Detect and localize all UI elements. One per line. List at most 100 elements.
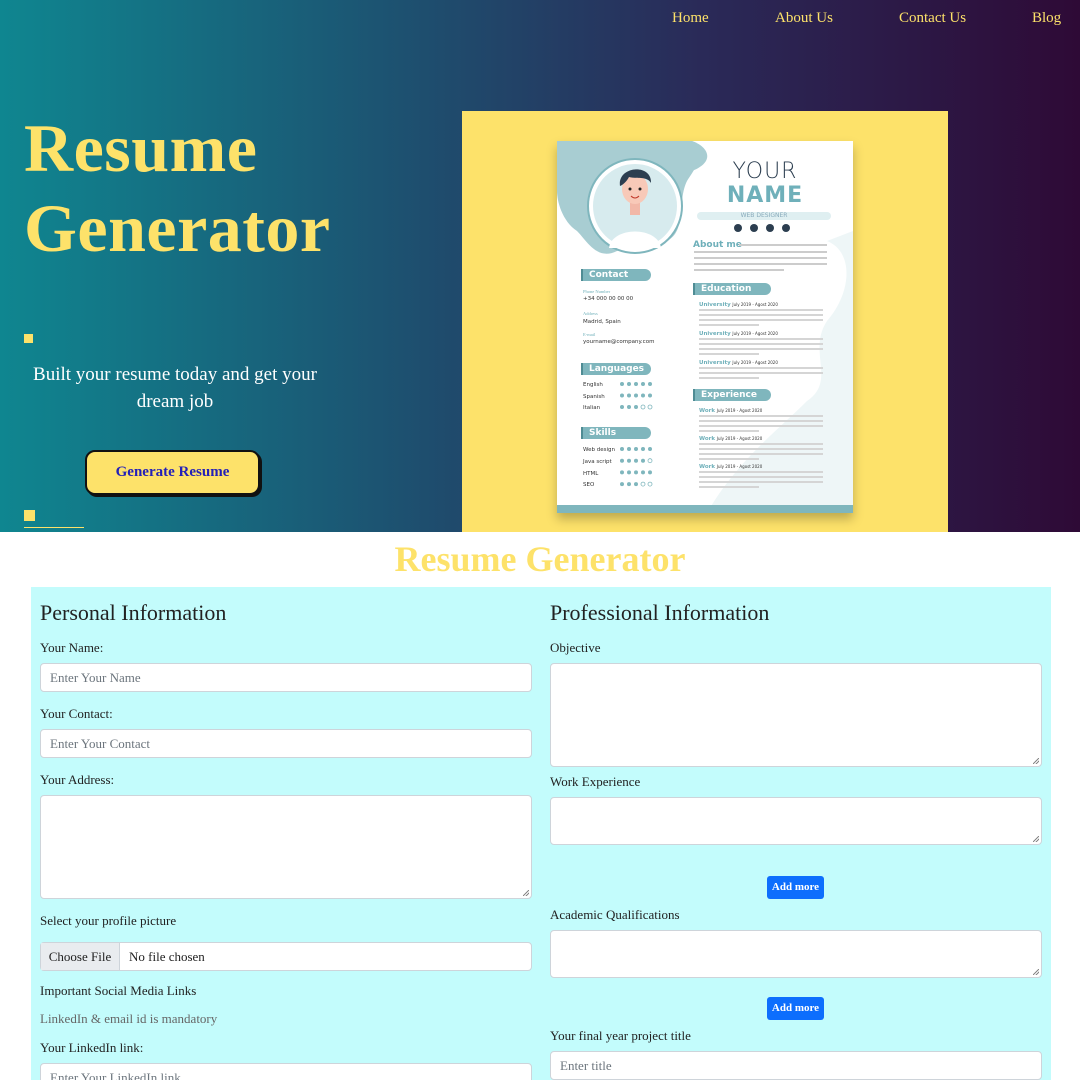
resume-skill-0: Web design [583,447,615,453]
linkedin-label: Your LinkedIn link: [40,1040,144,1055]
name-label: Your Name: [40,640,104,655]
file-status: No file chosen [129,949,205,964]
level-dot [634,382,638,386]
add-more-academic-button[interactable]: Add more [767,997,824,1020]
work-experience-label: Work Experience [550,774,641,789]
decor-line [24,527,84,528]
level-dot [641,382,645,386]
level-dot [620,470,624,475]
resume-skills-heading: Skills [581,427,651,439]
resume-bottom-bar [557,505,853,513]
resume-address-label: Address [583,311,598,316]
hero-title: Resume Generator [24,108,331,268]
level-dot [648,447,652,451]
level-dot [620,405,624,409]
top-nav: Home About Us Contact Us Blog [0,10,1080,30]
resume-education-heading: Education [693,283,771,295]
resume-language-2: Italian [583,405,601,411]
level-dot [647,404,653,410]
level-dot [634,447,638,451]
resume-education-0-title: University [699,302,731,308]
professional-info-heading: Professional Information [550,600,770,625]
linkedin-input[interactable]: Enter Your LinkedIn link [40,1063,532,1080]
profile-picture-file-input[interactable]: Choose File No file chosen [40,942,532,971]
level-dot [627,458,631,463]
work-experience-textarea[interactable] [550,797,1042,845]
resume-email-label: E-mail [583,332,596,337]
resume-name: NAME [726,183,804,208]
resume-about-text-lines [694,244,827,271]
resume-education-0: University July 2019 - Agost 2020 [699,302,778,308]
objective-label: Objective [550,640,601,655]
level-dot [620,458,624,463]
objective-textarea[interactable] [550,663,1042,767]
decor-square-bottom [24,510,35,521]
academic-label: Academic Qualifications [550,907,680,922]
level-dot [627,470,631,475]
resume-skill-3: SEO [583,482,595,488]
nav-about-us[interactable]: About Us [775,10,833,27]
level-dot [641,447,645,451]
level-dot [627,482,631,487]
generate-resume-button[interactable]: Generate Resume [85,450,260,495]
social-links-note: LinkedIn & email id is mandatory [40,1011,218,1026]
contact-input[interactable]: Enter Your Contact [40,729,532,758]
level-dot [634,405,638,409]
form-section-title: Resume Generator [394,539,686,579]
academic-textarea[interactable] [550,930,1042,978]
level-dot [647,458,653,464]
name-input[interactable]: Enter Your Name [40,663,532,692]
resume-contact-heading: Contact [581,269,651,281]
choose-file-button[interactable]: Choose File [41,943,120,970]
level-dot [627,382,631,386]
resume-email-value: yourname@company.com [583,339,655,345]
level-dot [627,447,631,451]
profile-picture-label: Select your profile picture [40,913,177,928]
level-dot [627,393,631,398]
hero-title-line2: Generator [24,190,331,266]
hero-title-line1: Resume [24,110,258,186]
level-dot [641,458,645,463]
level-dot [620,382,624,386]
resume-role: WEB DESIGNER [697,212,831,220]
resume-skill-2: HTML [583,471,599,477]
nav-contact-us[interactable]: Contact Us [899,10,966,27]
level-dot [627,405,631,409]
level-dot [620,447,624,451]
address-label: Your Address: [40,772,115,787]
resume-language-level-dots [620,382,653,410]
resume-social-icons [734,224,790,232]
hero-tagline: Built your resume today and get your dre… [33,364,317,412]
level-dot [648,382,652,386]
level-dot [634,458,638,463]
project-title-label: Your final year project title [550,1028,691,1043]
nav-home[interactable]: Home [672,10,709,27]
level-dot [634,393,638,398]
resume-entry-text-lines [699,309,823,488]
resume-phone-label: Phone Number [583,289,611,294]
level-dot [640,404,646,410]
resume-your: YOUR [732,159,798,184]
hero-banner: Home About Us Contact Us Blog Resume Gen… [0,0,1080,532]
social-links-label: Important Social Media Links [40,983,197,998]
level-dot [620,482,624,487]
resume-skill-1: Java script [583,459,612,465]
decor-square-top [24,334,33,343]
level-dot [634,482,638,487]
level-dot [641,470,645,475]
add-more-work-button[interactable]: Add more [767,876,824,899]
resume-language-1: Spanish [583,394,605,400]
resume-language-0: English [583,382,603,388]
resume-address-value: Madrid, Spain [583,319,621,325]
resume-skill-level-dots [620,447,653,487]
project-title-input[interactable]: Enter title [550,1051,1042,1080]
address-textarea[interactable] [40,795,532,899]
resume-form: Personal Information Your Name: Enter Yo… [31,587,1051,1080]
level-dot [620,393,624,398]
level-dot [648,470,652,475]
level-dot [640,481,646,487]
level-dot [648,393,652,398]
resume-languages-heading: Languages [581,363,651,375]
resume-paper: YOUR NAME WEB DESIGNER About me Contact … [557,141,853,513]
nav-blog[interactable]: Blog [1032,10,1061,27]
